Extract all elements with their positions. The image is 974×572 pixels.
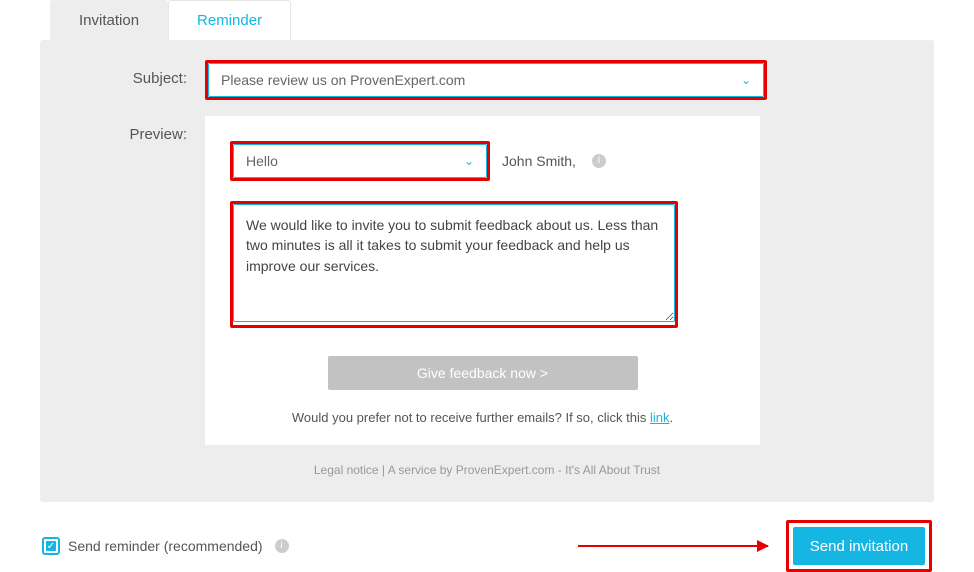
send-invitation-button[interactable]: Send invitation: [793, 527, 925, 565]
chevron-down-icon: ⌄: [741, 73, 751, 87]
subject-select[interactable]: Please review us on ProvenExpert.com ⌄: [208, 63, 764, 97]
message-highlight: [230, 201, 678, 328]
greeting-select[interactable]: Hello ⌄: [233, 144, 487, 178]
reminder-label-text: Send reminder (recommended): [68, 538, 263, 554]
give-feedback-button[interactable]: Give feedback now >: [328, 356, 638, 390]
optout-text: Would you prefer not to receive further …: [292, 410, 650, 425]
arrow-right-annotation: [578, 545, 768, 547]
form-panel: Subject: Please review us on ProvenExper…: [40, 40, 934, 502]
tab-bar: Invitation Reminder: [50, 0, 934, 40]
greeting-selected-value: Hello: [246, 153, 278, 169]
send-highlight: Send invitation: [786, 520, 932, 572]
optout-link[interactable]: link: [650, 410, 670, 425]
chevron-down-icon: ⌄: [464, 154, 474, 168]
info-icon[interactable]: i: [275, 539, 289, 553]
tab-invitation[interactable]: Invitation: [50, 0, 168, 40]
greeting-highlight: Hello ⌄: [230, 141, 490, 181]
optout-line: Would you prefer not to receive further …: [230, 410, 735, 425]
message-textarea[interactable]: [233, 204, 675, 322]
recipient-name: John Smith,: [502, 153, 576, 169]
preview-label: Preview:: [65, 116, 205, 143]
legal-notice: Legal notice | A service by ProvenExpert…: [65, 463, 909, 477]
preview-card: Hello ⌄ John Smith, i Give feedback now …: [205, 116, 760, 445]
tab-reminder[interactable]: Reminder: [168, 0, 291, 40]
subject-selected-value: Please review us on ProvenExpert.com: [221, 72, 465, 88]
subject-highlight: Please review us on ProvenExpert.com ⌄: [205, 60, 767, 100]
info-icon[interactable]: i: [592, 154, 606, 168]
subject-label: Subject:: [65, 60, 205, 87]
